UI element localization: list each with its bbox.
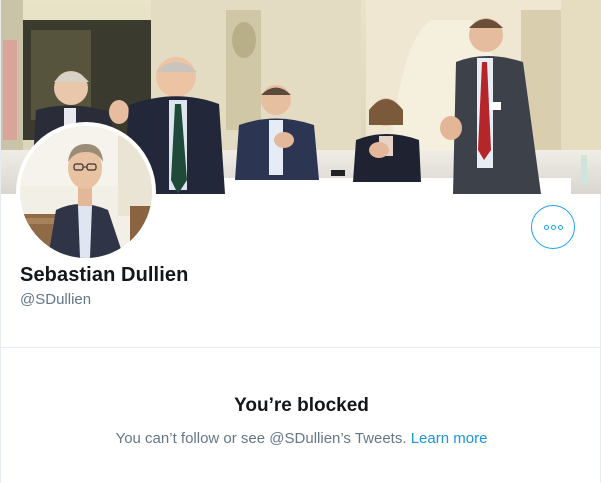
more-options-button[interactable] (531, 205, 575, 249)
blocked-message: You can’t follow or see @SDullien’s Twee… (115, 430, 407, 447)
learn-more-link[interactable]: Learn more (411, 430, 488, 447)
avatar-photo (20, 126, 152, 258)
blocked-title: You’re blocked (234, 395, 369, 416)
profile-display-name: Sebastian Dullien (20, 264, 189, 286)
section-divider (1, 347, 601, 348)
more-horizontal-icon (543, 224, 563, 230)
profile-avatar[interactable] (16, 122, 156, 262)
blocked-message-line: You can’t follow or see @SDullien’s Twee… (1, 430, 601, 447)
profile-handle: @SDullien (20, 291, 92, 308)
profile-page: Sebastian Dullien @SDullien You’re block… (0, 0, 601, 483)
